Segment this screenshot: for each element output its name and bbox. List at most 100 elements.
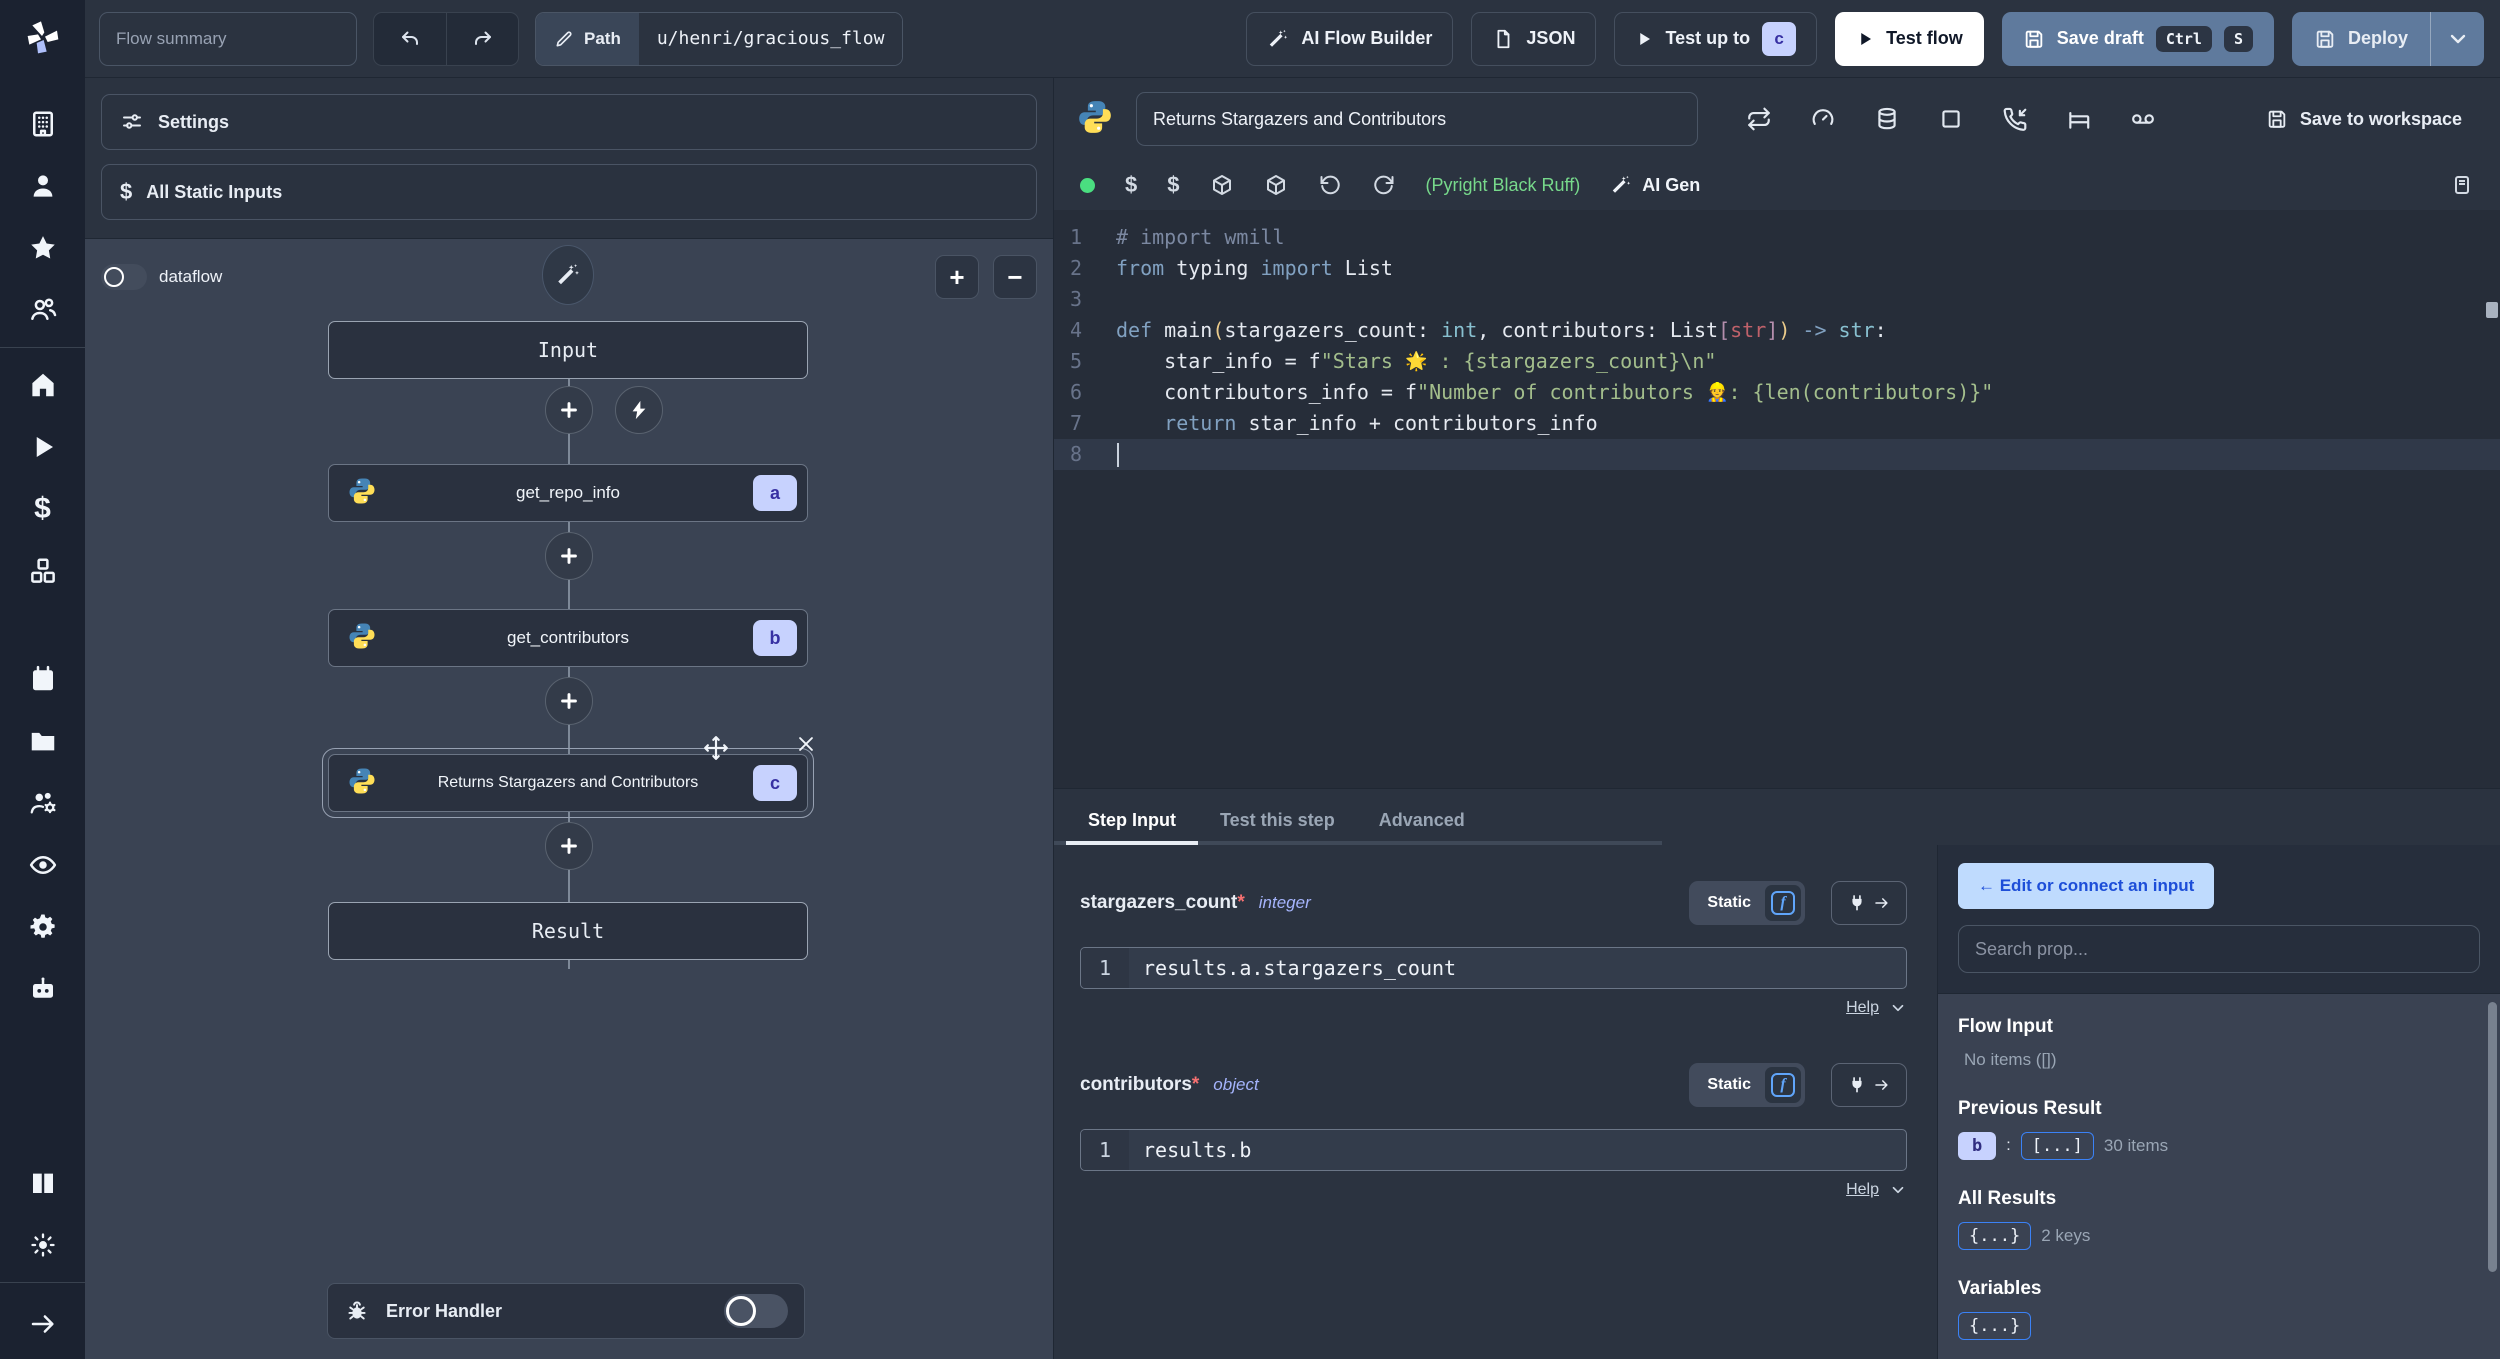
ai-robot-icon[interactable] xyxy=(0,958,85,1020)
groups-icon[interactable] xyxy=(0,279,85,341)
expand-sidebar-arrow-icon[interactable] xyxy=(0,1289,85,1359)
test-up-to-button[interactable]: Test up to c xyxy=(1614,11,1818,66)
redo-button[interactable] xyxy=(446,12,518,65)
favorites-star-icon[interactable] xyxy=(0,217,85,279)
code-line[interactable]: 3 xyxy=(1054,284,2500,315)
json-button[interactable]: JSON xyxy=(1471,11,1597,66)
static-mode-toggle[interactable]: Static f xyxy=(1689,1063,1805,1107)
expression-editor[interactable]: 1 results.b xyxy=(1080,1129,1907,1171)
resource-var-icon[interactable]: $ xyxy=(1167,172,1179,198)
package-icon[interactable] xyxy=(1210,173,1234,197)
audit-logs-eye-icon[interactable] xyxy=(0,834,85,896)
node-step-b[interactable]: get_contributors b xyxy=(328,609,808,667)
all-results-object-chip[interactable]: {...} xyxy=(1958,1222,2032,1250)
home-icon[interactable] xyxy=(0,354,85,416)
resources-icon[interactable] xyxy=(0,540,85,602)
mock-square-icon[interactable] xyxy=(1938,106,1964,132)
tab-step-input[interactable]: Step Input xyxy=(1066,798,1198,845)
code-line[interactable]: 7 return star_info + contributors_info xyxy=(1054,408,2500,439)
expression-editor[interactable]: 1 results.a.stargazers_count xyxy=(1080,947,1907,989)
code-line[interactable]: 2 from typing import List xyxy=(1054,253,2500,284)
props-scrollbar-thumb[interactable] xyxy=(2488,1002,2497,1272)
env-var-icon[interactable]: $ xyxy=(1125,172,1137,198)
library-panel-icon[interactable] xyxy=(2450,173,2474,197)
help-link[interactable]: Help xyxy=(1846,999,1879,1017)
package-icon[interactable] xyxy=(1264,173,1288,197)
suspend-phone-icon[interactable] xyxy=(2002,106,2028,132)
connect-input-plug-button[interactable] xyxy=(1831,881,1907,925)
windmill-logo[interactable] xyxy=(23,18,63,63)
static-mode-toggle[interactable]: Static f xyxy=(1689,881,1805,925)
path-control[interactable]: Path u/henri/gracious_flow xyxy=(535,11,904,66)
code-line[interactable]: 8 xyxy=(1054,439,2500,470)
tab-advanced[interactable]: Advanced xyxy=(1357,798,1487,845)
move-node-icon[interactable] xyxy=(703,735,729,761)
retries-icon[interactable] xyxy=(1746,106,1772,132)
javascript-expr-toggle[interactable]: f xyxy=(1765,1067,1801,1103)
code-line[interactable]: 5 star_info = f "Stars 🌟 : {stargazers_co… xyxy=(1054,346,2500,377)
node-step-a[interactable]: get_repo_info a xyxy=(328,464,808,522)
code-line[interactable]: 1 # import wmill xyxy=(1054,222,2500,253)
all-static-inputs-button[interactable]: $ All Static Inputs xyxy=(101,164,1037,220)
theme-sun-icon[interactable] xyxy=(0,1214,85,1276)
runs-icon[interactable] xyxy=(0,416,85,478)
variables-object-chip[interactable]: {...} xyxy=(1958,1312,2032,1340)
test-flow-button[interactable]: Test flow xyxy=(1835,11,1984,66)
add-step-button[interactable] xyxy=(545,677,593,725)
workers-icon[interactable] xyxy=(0,772,85,834)
search-prop-input[interactable] xyxy=(1958,925,2480,973)
tab-test-this-step[interactable]: Test this step xyxy=(1198,798,1357,845)
save-to-workspace-button[interactable]: Save to workspace xyxy=(2266,108,2478,130)
cache-database-icon[interactable] xyxy=(1874,106,1900,132)
delete-node-icon[interactable] xyxy=(795,733,817,755)
schedules-icon[interactable] xyxy=(0,648,85,710)
connect-input-plug-button[interactable] xyxy=(1831,1063,1907,1107)
node-input[interactable]: Input xyxy=(328,321,808,379)
node-result[interactable]: Result xyxy=(328,902,808,960)
workspace-icon[interactable] xyxy=(0,93,85,155)
code-line[interactable]: 4 def main(stargazers_count: int, contrib… xyxy=(1054,315,2500,346)
ai-gen-button[interactable]: AI Gen xyxy=(1610,174,1700,196)
step-title-input[interactable] xyxy=(1136,92,1698,146)
add-trigger-button[interactable] xyxy=(615,386,663,434)
prev-result-key-badge[interactable]: b xyxy=(1958,1132,1997,1160)
error-handler-node[interactable]: Error Handler xyxy=(327,1283,805,1339)
ai-copilot-wand-button[interactable] xyxy=(542,245,594,305)
help-link[interactable]: Help xyxy=(1846,1181,1879,1199)
zoom-in-button[interactable]: + xyxy=(935,255,979,299)
prev-result-array-chip[interactable]: [...] xyxy=(2020,1132,2094,1160)
docs-book-icon[interactable] xyxy=(0,1152,85,1214)
user-icon[interactable] xyxy=(0,155,85,217)
editor-scrollbar-thumb[interactable] xyxy=(2486,302,2498,318)
dataflow-toggle[interactable] xyxy=(101,264,147,290)
lifetime-voicemail-icon[interactable] xyxy=(2130,106,2156,132)
sleep-bed-icon[interactable] xyxy=(2066,106,2092,132)
concurrency-gauge-icon[interactable] xyxy=(1810,106,1836,132)
error-handler-toggle[interactable] xyxy=(724,1294,788,1328)
path-value[interactable]: u/henri/gracious_flow xyxy=(638,12,903,65)
reset-rotate-ccw-icon[interactable] xyxy=(1318,173,1342,197)
folders-icon[interactable] xyxy=(0,710,85,772)
flow-summary-input[interactable] xyxy=(99,11,357,66)
add-step-button[interactable] xyxy=(545,386,593,434)
node-step-c-selected[interactable]: Returns Stargazers and Contributors c xyxy=(322,736,814,818)
zoom-out-button[interactable]: − xyxy=(993,255,1037,299)
add-step-button[interactable] xyxy=(545,822,593,870)
undo-button[interactable] xyxy=(374,13,446,65)
ai-flow-builder-button[interactable]: AI Flow Builder xyxy=(1246,11,1454,66)
flow-settings-button[interactable]: Settings xyxy=(101,94,1037,150)
deploy-button[interactable]: Deploy xyxy=(2292,12,2430,66)
variables-icon[interactable]: $ xyxy=(0,478,85,540)
save-draft-button[interactable]: Save draft Ctrl S xyxy=(2001,11,2274,66)
chevron-down-icon[interactable] xyxy=(1889,1181,1907,1199)
reload-rotate-cw-icon[interactable] xyxy=(1372,173,1396,197)
code-editor[interactable]: 1 # import wmill 2 from typing import List 3… xyxy=(1054,210,2500,788)
add-step-button[interactable] xyxy=(545,532,593,580)
deploy-dropdown-button[interactable] xyxy=(2430,11,2484,66)
edit-or-connect-input-button[interactable]: ← Edit or connect an input xyxy=(1958,863,2215,909)
settings-gear-icon[interactable] xyxy=(0,896,85,958)
code-line[interactable]: 6 contributors_info = f "Number of contri… xyxy=(1054,377,2500,408)
chevron-down-icon[interactable] xyxy=(1889,999,1907,1017)
line-number: 3 xyxy=(1070,287,1083,311)
javascript-expr-toggle[interactable]: f xyxy=(1765,885,1801,921)
